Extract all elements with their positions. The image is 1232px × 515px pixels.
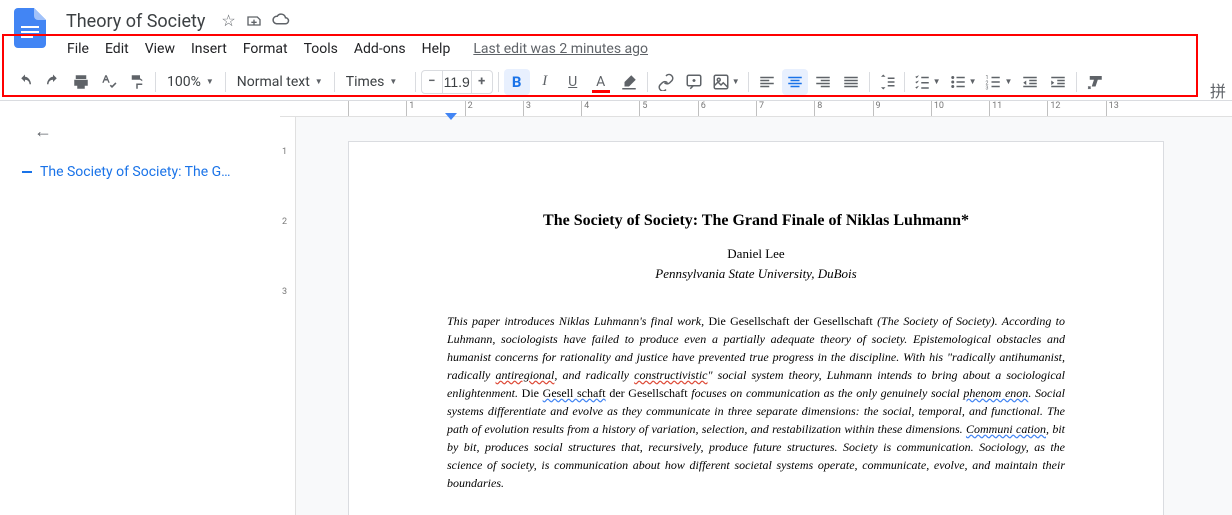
outline-heading-1[interactable]: The Society of Society: The G… bbox=[12, 158, 268, 186]
menu-view[interactable]: View bbox=[138, 37, 182, 61]
paragraph-style-select[interactable]: Normal text▼ bbox=[231, 69, 329, 95]
svg-text:3: 3 bbox=[986, 85, 989, 91]
docs-logo[interactable] bbox=[10, 8, 50, 48]
checklist-button[interactable]: ▼ bbox=[910, 69, 944, 95]
cloud-icon[interactable] bbox=[272, 13, 290, 29]
outline-panel: ← The Society of Society: The G… bbox=[0, 101, 280, 515]
last-edit-link[interactable]: Last edit was 2 minutes ago bbox=[473, 41, 648, 57]
underline-button[interactable]: U bbox=[560, 69, 586, 95]
font-size-decrease[interactable]: − bbox=[422, 74, 442, 89]
star-icon[interactable]: ☆ bbox=[221, 13, 235, 29]
add-comment-button[interactable] bbox=[681, 69, 707, 95]
paper-affiliation[interactable]: Pennsylvania State University, DuBois bbox=[447, 266, 1065, 282]
spellcheck-button[interactable] bbox=[96, 69, 122, 95]
horizontal-ruler[interactable]: 12345678910111213 bbox=[280, 101, 1232, 117]
paper-author[interactable]: Daniel Lee bbox=[447, 246, 1065, 262]
paper-abstract[interactable]: This paper introduces Niklas Luhmann's f… bbox=[447, 312, 1065, 492]
indent-marker-icon[interactable] bbox=[445, 113, 457, 120]
insert-link-button[interactable] bbox=[653, 69, 679, 95]
move-icon[interactable] bbox=[246, 13, 262, 29]
align-center-button[interactable] bbox=[782, 69, 808, 95]
paint-format-button[interactable] bbox=[124, 69, 150, 95]
menu-help[interactable]: Help bbox=[415, 37, 458, 61]
increase-indent-button[interactable] bbox=[1045, 69, 1071, 95]
toolbar: 100%▼ Normal text▼ Times▼ − + B I U A ▼ … bbox=[0, 63, 1232, 101]
font-family-select[interactable]: Times▼ bbox=[340, 69, 410, 95]
line-spacing-button[interactable] bbox=[875, 69, 899, 95]
numbered-list-button[interactable]: 123▼ bbox=[981, 69, 1015, 95]
menu-addons[interactable]: Add-ons bbox=[347, 37, 413, 61]
undo-button[interactable] bbox=[12, 69, 38, 95]
clear-formatting-button[interactable] bbox=[1082, 69, 1108, 95]
document-title[interactable]: Theory of Society bbox=[60, 9, 211, 34]
text-color-button[interactable]: A bbox=[588, 69, 614, 95]
italic-button[interactable]: I bbox=[532, 69, 558, 95]
bold-button[interactable]: B bbox=[504, 69, 530, 95]
font-size-control: − + bbox=[421, 70, 493, 94]
menu-file[interactable]: File bbox=[60, 37, 96, 61]
menu-tools[interactable]: Tools bbox=[297, 37, 345, 61]
menu-edit[interactable]: Edit bbox=[98, 37, 136, 61]
menu-insert[interactable]: Insert bbox=[184, 37, 234, 61]
vertical-ruler[interactable]: 123 bbox=[280, 117, 296, 515]
redo-button[interactable] bbox=[40, 69, 66, 95]
font-size-input[interactable] bbox=[442, 71, 472, 93]
print-button[interactable] bbox=[68, 69, 94, 95]
document-page[interactable]: The Society of Society: The Grand Finale… bbox=[348, 141, 1164, 515]
menu-bar: File Edit View Insert Format Tools Add-o… bbox=[60, 35, 1222, 63]
font-size-increase[interactable]: + bbox=[472, 74, 492, 89]
outline-heading-label: The Society of Society: The G… bbox=[40, 164, 231, 180]
menu-format[interactable]: Format bbox=[236, 37, 295, 61]
outline-back-icon[interactable]: ← bbox=[34, 121, 268, 142]
align-left-button[interactable] bbox=[754, 69, 780, 95]
bulleted-list-button[interactable]: ▼ bbox=[946, 69, 980, 95]
highlight-button[interactable] bbox=[616, 69, 642, 95]
align-right-button[interactable] bbox=[810, 69, 836, 95]
zoom-select[interactable]: 100%▼ bbox=[161, 69, 220, 95]
align-justify-button[interactable] bbox=[838, 69, 864, 95]
paper-title[interactable]: The Society of Society: The Grand Finale… bbox=[447, 212, 1065, 230]
insert-image-button[interactable]: ▼ bbox=[709, 69, 743, 95]
decrease-indent-button[interactable] bbox=[1017, 69, 1043, 95]
